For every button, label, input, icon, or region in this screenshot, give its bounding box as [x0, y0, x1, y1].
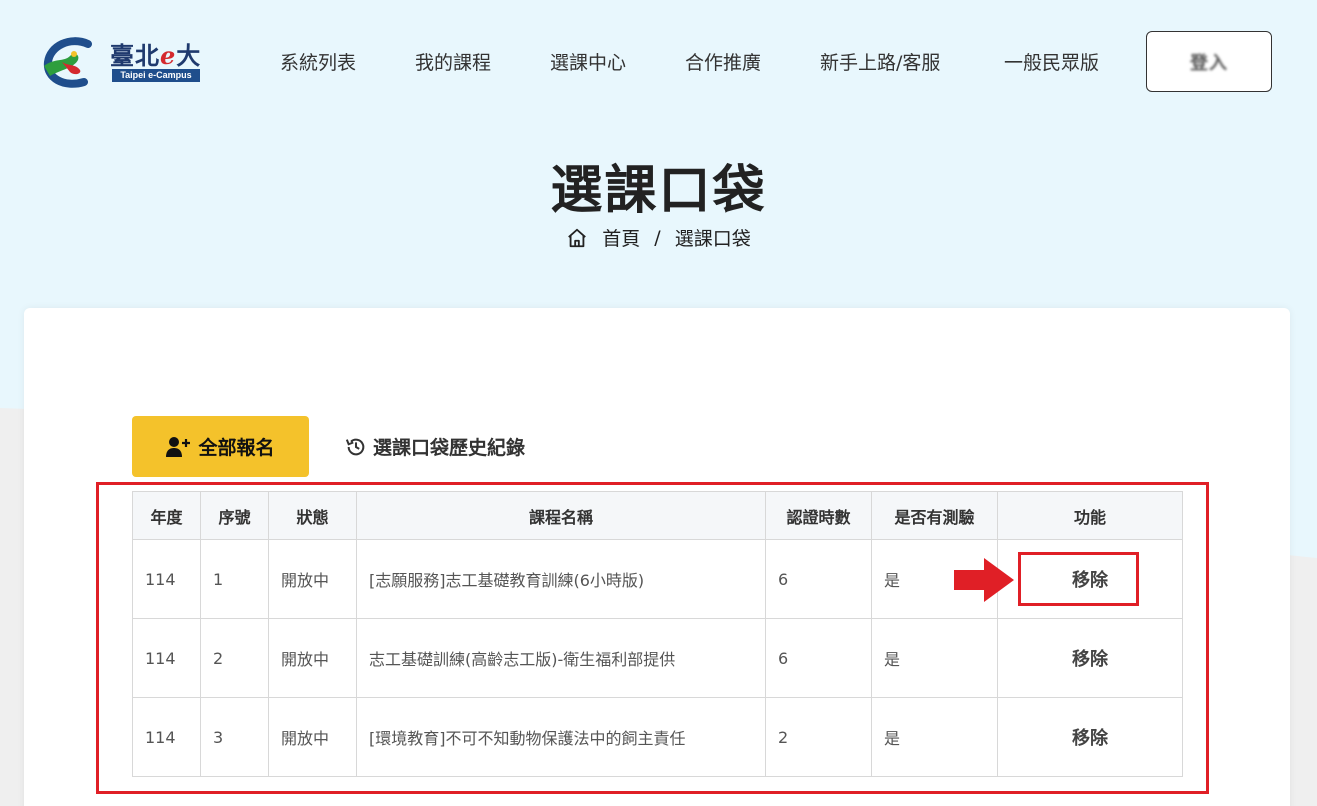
logo-subtitle: Taipei e-Campus	[112, 69, 200, 82]
cell-year: 114	[132, 539, 201, 619]
cell-course: [志願服務]志工基礎教育訓練(6小時版)	[356, 539, 766, 619]
cell-no: 1	[200, 539, 269, 619]
site-logo[interactable]: 臺北e大 Taipei e-Campus	[40, 36, 205, 88]
nav-system-list[interactable]: 系統列表	[280, 48, 356, 75]
col-no: 序號	[200, 491, 269, 540]
breadcrumb-current: 選課口袋	[674, 228, 751, 250]
cell-hours: 6	[765, 539, 872, 619]
col-hours: 認證時數	[765, 491, 872, 540]
history-link[interactable]: 選課口袋歷史紀錄	[345, 433, 525, 460]
enroll-all-label: 全部報名	[198, 437, 275, 459]
arrow-right-icon	[954, 558, 1014, 602]
breadcrumb: 首頁 / 選課口袋	[0, 224, 1317, 251]
user-login-label: 登入	[1190, 52, 1228, 74]
cell-no: 2	[200, 618, 269, 698]
cell-year: 114	[132, 697, 201, 777]
history-label: 選課口袋歷史紀錄	[373, 437, 526, 459]
nav-public-version[interactable]: 一般民眾版	[1004, 48, 1099, 75]
nav-my-courses[interactable]: 我的課程	[415, 48, 491, 75]
cell-course: [環境教育]不可不知動物保護法中的飼主責任	[356, 697, 766, 777]
logo-mark-icon	[43, 37, 92, 88]
breadcrumb-separator: /	[654, 226, 661, 249]
cell-course: 志工基礎訓練(高齡志工版)-衛生福利部提供	[356, 618, 766, 698]
cell-hours: 6	[765, 618, 872, 698]
col-function: 功能	[997, 491, 1183, 540]
cell-function: 移除	[997, 618, 1183, 698]
nav-course-center[interactable]: 選課中心	[550, 48, 626, 75]
history-icon	[345, 438, 365, 455]
breadcrumb-home[interactable]: 首頁	[602, 224, 640, 251]
cell-hours: 2	[765, 697, 872, 777]
home-icon[interactable]	[566, 227, 588, 249]
add-user-icon	[166, 436, 191, 457]
cell-quiz: 是	[871, 697, 998, 777]
nav-help[interactable]: 新手上路/客服	[820, 48, 940, 75]
remove-highlight-frame	[1018, 552, 1139, 606]
remove-button[interactable]: 移除	[1072, 645, 1108, 671]
table-row: 114 3 開放中 [環境教育]不可不知動物保護法中的飼主責任 2 是 移除	[132, 697, 1183, 777]
remove-button[interactable]: 移除	[1072, 724, 1108, 750]
course-bag-table: 年度 序號 狀態 課程名稱 認證時數 是否有測驗 功能 114 1 開放中 [志…	[132, 491, 1183, 777]
cell-no: 3	[200, 697, 269, 777]
table-header-row: 年度 序號 狀態 課程名稱 認證時數 是否有測驗 功能	[132, 491, 1183, 540]
cell-status: 開放中	[268, 618, 357, 698]
page-title: 選課口袋	[550, 161, 767, 221]
cell-status: 開放中	[268, 539, 357, 619]
col-status: 狀態	[268, 491, 357, 540]
col-year: 年度	[132, 491, 201, 540]
cell-function: 移除	[997, 697, 1183, 777]
col-quiz: 是否有測驗	[871, 491, 998, 540]
logo-text: 臺北e大	[110, 41, 202, 70]
cell-year: 114	[132, 618, 201, 698]
user-login-button[interactable]: 登入	[1146, 31, 1272, 92]
col-course: 課程名稱	[356, 491, 766, 540]
cell-status: 開放中	[268, 697, 357, 777]
nav-partnership[interactable]: 合作推廣	[685, 48, 761, 75]
table-row: 114 2 開放中 志工基礎訓練(高齡志工版)-衛生福利部提供 6 是 移除	[132, 618, 1183, 698]
enroll-all-button[interactable]: 全部報名	[132, 416, 309, 477]
cell-quiz: 是	[871, 618, 998, 698]
